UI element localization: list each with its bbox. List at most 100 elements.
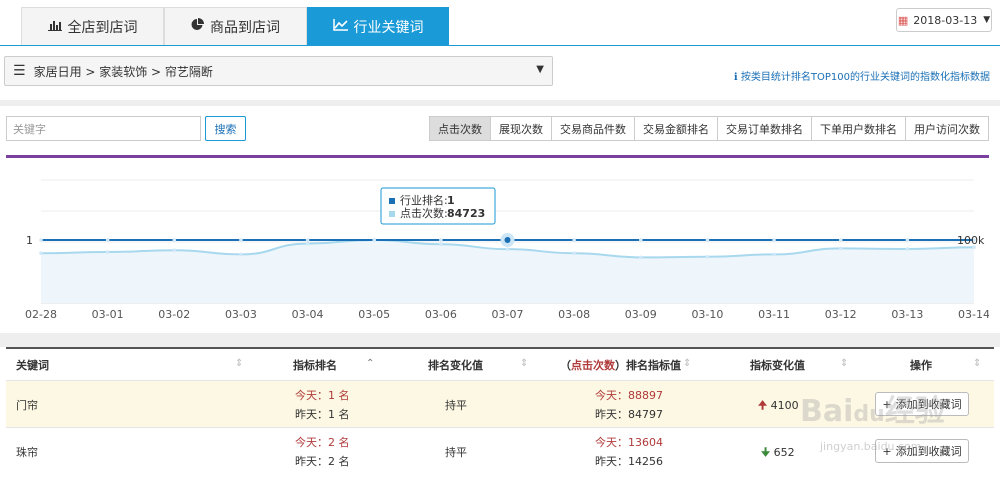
info-note: ℹ 按类目统计排名TOP100的行业关键词的指数化指标数据	[734, 68, 990, 83]
x-tick-label: 03-10	[691, 308, 723, 321]
metric-tab-visits[interactable]: 用户访问次数	[906, 116, 989, 141]
search-button[interactable]: 搜索	[205, 116, 246, 141]
sort-icon[interactable]: ⇕	[683, 358, 691, 369]
metric-tab-amount-rank[interactable]: 交易金额排名	[635, 116, 718, 141]
metric-point	[505, 247, 510, 251]
header-metric-suffix: ）排名指标值	[615, 358, 681, 372]
metric-point	[39, 251, 43, 255]
header-metric-prefix: （	[560, 358, 571, 372]
date-value: 2018-03-13	[913, 13, 978, 27]
sort-icon[interactable]: ⇕	[520, 358, 528, 369]
x-tick-label: 03-09	[625, 308, 657, 321]
watermark-url: jingyan.baidu.com	[820, 440, 922, 453]
header-value-change: 指标变化值	[750, 358, 805, 372]
metric-tab-orders-rank[interactable]: 交易订单数排名	[718, 116, 812, 141]
watermark-logo: Baidu经验	[800, 394, 945, 429]
value-change: 🠉 4100	[758, 397, 799, 416]
rank-point	[239, 238, 243, 242]
metric-tab-buyers-rank[interactable]: 下单用户数排名	[812, 116, 906, 141]
table-header: 关键词 ⇕ 指标排名 ⌃ 排名变化值 ⇕ （点击次数 ）排名指标值 ⇕ 指标变化值…	[6, 347, 994, 380]
arrow-up-icon: 🠉	[758, 399, 768, 412]
caret-down-icon: ▼	[536, 64, 544, 75]
left-axis-label: 1	[26, 234, 33, 247]
metric-tab-impressions[interactable]: 展现次数	[491, 116, 552, 141]
tab-product-keywords[interactable]: 商品到店词	[164, 7, 307, 45]
x-tick-label: 03-02	[158, 308, 190, 321]
x-tick-label: 03-01	[92, 308, 124, 321]
tooltip-metric-swatch	[389, 211, 395, 217]
value-today: 今天：13604	[595, 436, 663, 449]
header-rank: 指标排名	[293, 358, 337, 372]
metric-point	[772, 252, 776, 257]
metric-point	[172, 248, 177, 252]
tab-store-keywords[interactable]: 全店到店词	[21, 7, 164, 45]
metric-point	[905, 247, 910, 251]
rank-point	[172, 238, 177, 242]
value-yesterday: 昨天：14256	[595, 455, 663, 468]
rank-today: 今天：1 名	[295, 389, 350, 402]
x-tick-label: 03-03	[225, 308, 257, 321]
rank-point	[772, 238, 776, 242]
rank-today: 今天：2 名	[295, 436, 350, 449]
calendar-icon: ▦	[897, 13, 909, 27]
tooltip-metric-label: 点击次数:	[400, 206, 448, 220]
value-change-text: 652	[773, 446, 795, 459]
rank-point	[905, 238, 910, 242]
highlight-point	[504, 237, 511, 243]
keyword-cell: 珠帘	[16, 446, 38, 459]
right-axis-label: 100k	[957, 234, 985, 247]
header-action: 操作	[910, 358, 932, 372]
rank-point	[705, 238, 710, 242]
tab-industry-keywords[interactable]: 行业关键词	[307, 7, 449, 45]
tab-bar: 全店到店词 商品到店词 行业关键词	[0, 0, 1000, 46]
section-divider	[0, 333, 1000, 347]
metric-point	[372, 238, 377, 242]
x-tick-label: 03-12	[825, 308, 857, 321]
category-selector[interactable]: ☰ 家居日用 > 家装软饰 > 帘艺隔断 ▼	[4, 56, 553, 86]
sort-icon[interactable]: ⇕	[840, 358, 848, 369]
line-chart-icon	[332, 18, 348, 35]
caret-down-icon: ▼	[983, 15, 991, 25]
keyword-search-input[interactable]: 关键字	[6, 116, 201, 141]
sort-asc-icon[interactable]: ⌃	[366, 358, 374, 369]
rank-point	[39, 238, 43, 242]
metric-point	[105, 250, 110, 254]
rank-point	[572, 238, 576, 242]
header-rank-change: 排名变化值	[428, 358, 483, 372]
chart-canvas: 1 100k 02-28 03-01 03-02 03-03 03-04 03-05 03-06…	[25, 179, 989, 321]
search-placeholder: 关键字	[13, 122, 46, 136]
rank-yesterday: 昨天：1 名	[295, 408, 350, 421]
sort-icon[interactable]: ⇕	[235, 358, 243, 369]
metric-tab-items-sold[interactable]: 交易商品件数	[552, 116, 635, 141]
x-tick-label: 03-14	[958, 308, 989, 321]
date-picker[interactable]: ▦ 2018-03-13 ▼	[896, 8, 992, 32]
tab-label: 商品到店词	[210, 19, 280, 36]
rank-point	[105, 238, 110, 242]
trend-chart: 1 100k 02-28 03-01 03-02 03-03 03-04 03-05 03-06…	[6, 155, 989, 333]
bar-chart-icon	[47, 19, 62, 35]
info-text: 按类目统计排名TOP100的行业关键词的指数化指标数据	[740, 72, 990, 83]
rank-point	[439, 238, 443, 242]
arrow-down-icon: 🠋	[761, 446, 771, 459]
metric-point	[638, 255, 643, 260]
x-tick-label: 03-13	[891, 308, 923, 321]
rank-point	[838, 238, 843, 242]
metric-point	[239, 252, 243, 257]
x-tick-label: 03-04	[292, 308, 324, 321]
rank-point	[305, 238, 310, 242]
sort-icon[interactable]: ⇕	[973, 358, 981, 369]
header-keyword: 关键词	[16, 358, 49, 372]
section-divider	[0, 100, 1000, 106]
info-icon: ℹ	[733, 72, 738, 83]
metric-tab-clicks[interactable]: 点击次数	[429, 116, 491, 141]
x-tick-label: 03-06	[425, 308, 457, 321]
rank-change: 持平	[445, 446, 467, 459]
tab-label: 全店到店词	[67, 19, 138, 36]
tab-label: 行业关键词	[353, 19, 424, 36]
value-today: 今天：88897	[595, 389, 663, 402]
tooltip-metric-value: 84723	[447, 207, 485, 220]
tab-underline	[0, 45, 1000, 46]
metric-tabs: 点击次数 展现次数 交易商品件数 交易金额排名 交易订单数排名 下单用户数排名 …	[429, 116, 989, 141]
metric-point	[705, 255, 710, 259]
metric-point	[572, 251, 576, 255]
